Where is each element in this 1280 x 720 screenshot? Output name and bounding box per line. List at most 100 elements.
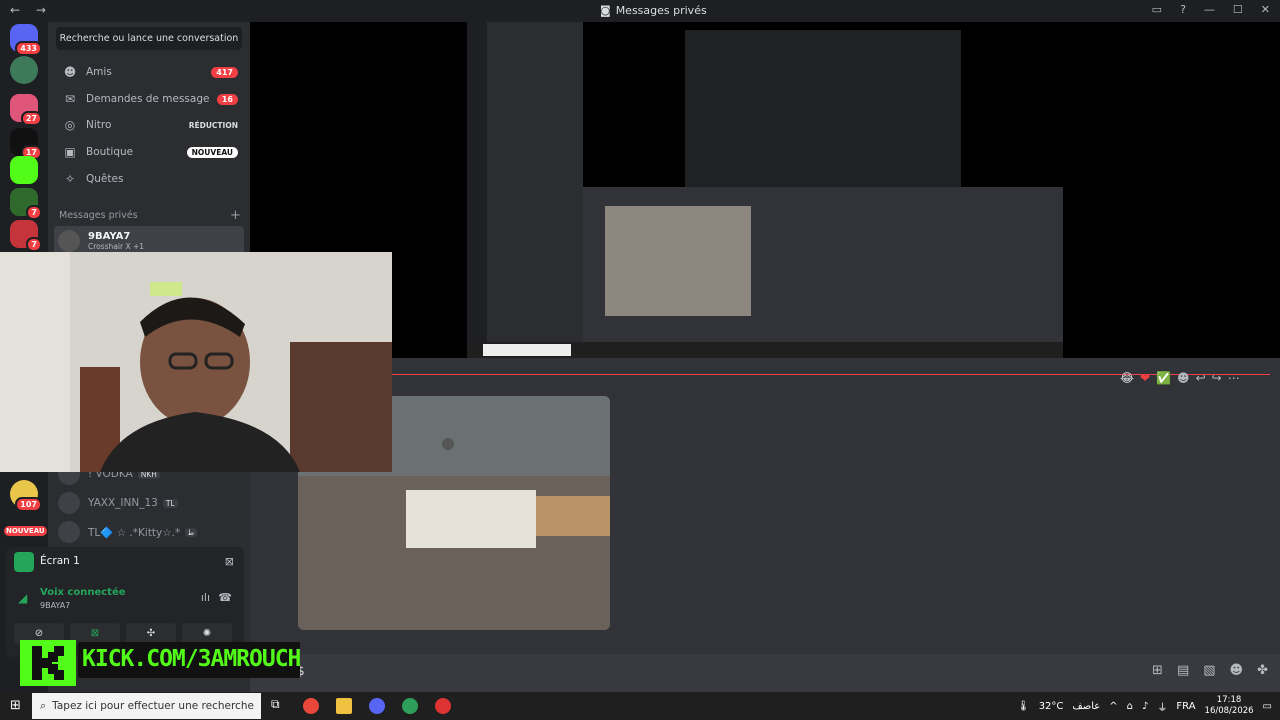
notifications-icon[interactable]: ▭ — [1263, 701, 1272, 712]
taskbar-search[interactable]: ⌕ Tapez ici pour effectuer une recherche — [32, 693, 261, 719]
heart-reaction-icon[interactable]: ❤ — [1140, 371, 1150, 385]
sticker-icon[interactable]: ▧ — [1203, 663, 1215, 678]
sidebar-item-label: Amis — [86, 66, 112, 78]
server-badge: 27 — [20, 111, 42, 126]
app-icon[interactable] — [435, 698, 451, 714]
windows-taskbar: ⊞ ⌕ Tapez ici pour effectuer une recherc… — [0, 692, 1280, 720]
server-icon[interactable]: 7 — [10, 188, 42, 220]
language-indicator[interactable]: FRA — [1176, 701, 1195, 712]
laugh-reaction-icon[interactable]: 😂 — [1120, 371, 1134, 385]
noise-suppression-icon[interactable]: ılı — [201, 591, 210, 604]
message-actions: 😂 ❤ ✅ ☻ ↩ ↪ ⋯ — [1120, 371, 1240, 385]
camera-off-icon: ⊘ — [34, 628, 44, 639]
new-tag: NOUVEAU — [186, 146, 238, 158]
server-icon[interactable]: 27 — [10, 94, 42, 126]
server-icon[interactable]: 107 — [10, 480, 42, 512]
quests-icon: ✧ — [64, 172, 76, 186]
dm-info: 9BAYA7 Crosshair X +1 — [88, 231, 144, 251]
sidebar-item-shop[interactable]: ▣ Boutique NOUVEAU — [54, 139, 244, 165]
file-explorer-icon[interactable] — [336, 698, 352, 714]
forward-icon[interactable]: ↪ — [1212, 371, 1222, 385]
server-badge: 107 — [15, 497, 42, 512]
new-badge: NOUVEAU — [4, 526, 47, 536]
dm-item-tl-kitty[interactable]: TL🔷 ☆ .*Kitty☆.* ﻃ — [54, 518, 244, 546]
help-icon[interactable]: ? — [1180, 3, 1186, 16]
dm-name: TL🔷 ☆ .*Kitty☆.* — [88, 526, 181, 539]
discount-tag: RÉDUCTION — [188, 120, 238, 130]
dm-name: YAXX_INN_13 — [88, 497, 158, 509]
check-reaction-icon[interactable]: ✅ — [1156, 371, 1171, 385]
nested-screenshot — [467, 22, 1063, 358]
webcam-overlay — [0, 252, 392, 472]
search-button[interactable]: Recherche ou lance une conversation — [56, 27, 242, 50]
voice-status[interactable]: Voix connectée — [40, 587, 126, 598]
close-button[interactable]: ✕ — [1261, 3, 1270, 16]
kick-url: KICK.COM/3AMROUCH — [82, 646, 301, 672]
network-icon[interactable]: ⌂ — [1127, 701, 1133, 712]
avatar — [58, 521, 80, 543]
sidebar-item-friends[interactable]: ☻ Amis 417 — [54, 59, 244, 85]
dm-status: Crosshair X +1 — [88, 242, 145, 251]
clock-date: 16/08/2026 — [1204, 706, 1254, 716]
dm-tag: ﻃ — [185, 527, 198, 537]
server-badge: 7 — [26, 237, 42, 252]
activities-icon: ✣ — [146, 628, 156, 639]
chevron-up-icon[interactable]: ^ — [1109, 701, 1117, 712]
kick-logo-icon — [20, 640, 76, 686]
apps-icon[interactable]: ✤ — [1257, 663, 1268, 678]
add-reaction-icon[interactable]: ☻ — [1177, 371, 1190, 385]
clock[interactable]: 17:18 16/08/2026 — [1205, 695, 1254, 717]
kick-overlay: KICK.COM/3AMROUCH — [20, 640, 301, 686]
gif-icon[interactable]: ▤ — [1177, 663, 1189, 678]
weather-temp[interactable]: 32°C — [1039, 701, 1064, 712]
server-icon[interactable] — [10, 56, 38, 84]
search-icon: ⌕ — [40, 699, 47, 712]
chrome-icon[interactable] — [303, 698, 319, 714]
reply-icon[interactable]: ↩ — [1196, 371, 1206, 385]
window-controls: ▭ ? — ☐ ✕ — [1152, 3, 1270, 16]
message-composer[interactable]: $ ⊞ ▤ ▧ ☻ ✤ — [250, 654, 1280, 692]
stop-stream-icon[interactable]: ⊠ — [225, 555, 234, 568]
inbox-icon[interactable]: ▭ — [1152, 3, 1162, 16]
chrome-profile-icon[interactable] — [402, 698, 418, 714]
server-icon[interactable]: 17 — [10, 128, 42, 160]
composer-icons: ⊞ ▤ ▧ ☻ ✤ — [1152, 663, 1268, 678]
sidebar-item-label: Boutique — [86, 146, 134, 158]
sidebar-item-label: Quêtes — [86, 173, 124, 185]
server-badge: 7 — [26, 205, 42, 220]
nav-arrows[interactable]: ← → — [10, 3, 52, 17]
voice-user: 9BAYA7 — [40, 601, 71, 610]
task-view-icon[interactable]: ⧉ — [271, 697, 280, 712]
avatar — [58, 230, 80, 252]
taskbar-search-placeholder: Tapez ici pour effectuer une recherche — [52, 700, 254, 712]
dm-item-yaxx[interactable]: YAXX_INN_13 TL — [54, 489, 244, 517]
discord-taskbar-icon[interactable] — [369, 698, 385, 714]
screen-icon: ⊠ — [90, 628, 100, 639]
minimize-button[interactable]: — — [1204, 3, 1215, 16]
sidebar-item-message-requests[interactable]: ✉ Demandes de message 16 — [54, 86, 244, 112]
emoji-icon[interactable]: ☻ — [1230, 663, 1244, 678]
weather-desc: عاصف — [1072, 700, 1101, 712]
volume-icon[interactable]: ♪ — [1142, 701, 1148, 712]
microphone-icon[interactable]: ⏚ — [1157, 699, 1167, 714]
disconnect-icon[interactable]: ☎ — [218, 591, 232, 604]
create-dm-plus-icon[interactable]: + — [230, 208, 241, 223]
dm-name: 9BAYA7 — [88, 231, 131, 242]
shop-icon: ▣ — [64, 145, 76, 159]
screen-share-icon — [14, 552, 34, 572]
window-titlebar: ← → ◙ Messages privés ▭ ? — ☐ ✕ — [0, 0, 1280, 22]
system-tray: 🌡 32°C عاصف ^ ⌂ ♪ ⏚ FRA 17:18 16/08/2026… — [1017, 695, 1272, 717]
signal-icon: ◢ — [18, 591, 28, 605]
more-icon[interactable]: ⋯ — [1228, 371, 1240, 385]
start-icon[interactable]: ⊞ — [10, 698, 21, 713]
gift-icon[interactable]: ⊞ — [1152, 663, 1163, 678]
window-title: Messages privés — [615, 4, 707, 17]
kick-server-icon[interactable] — [10, 156, 38, 184]
sidebar-item-nitro[interactable]: ◎ Nitro RÉDUCTION — [54, 112, 244, 138]
home-server-icon[interactable]: 433 — [10, 24, 42, 56]
requests-count-badge: 16 — [216, 93, 238, 105]
maximize-button[interactable]: ☐ — [1233, 3, 1243, 16]
server-icon[interactable]: 7 — [10, 220, 42, 252]
soundboard-icon: ✺ — [202, 628, 212, 639]
sidebar-item-quests[interactable]: ✧ Quêtes — [54, 166, 244, 192]
